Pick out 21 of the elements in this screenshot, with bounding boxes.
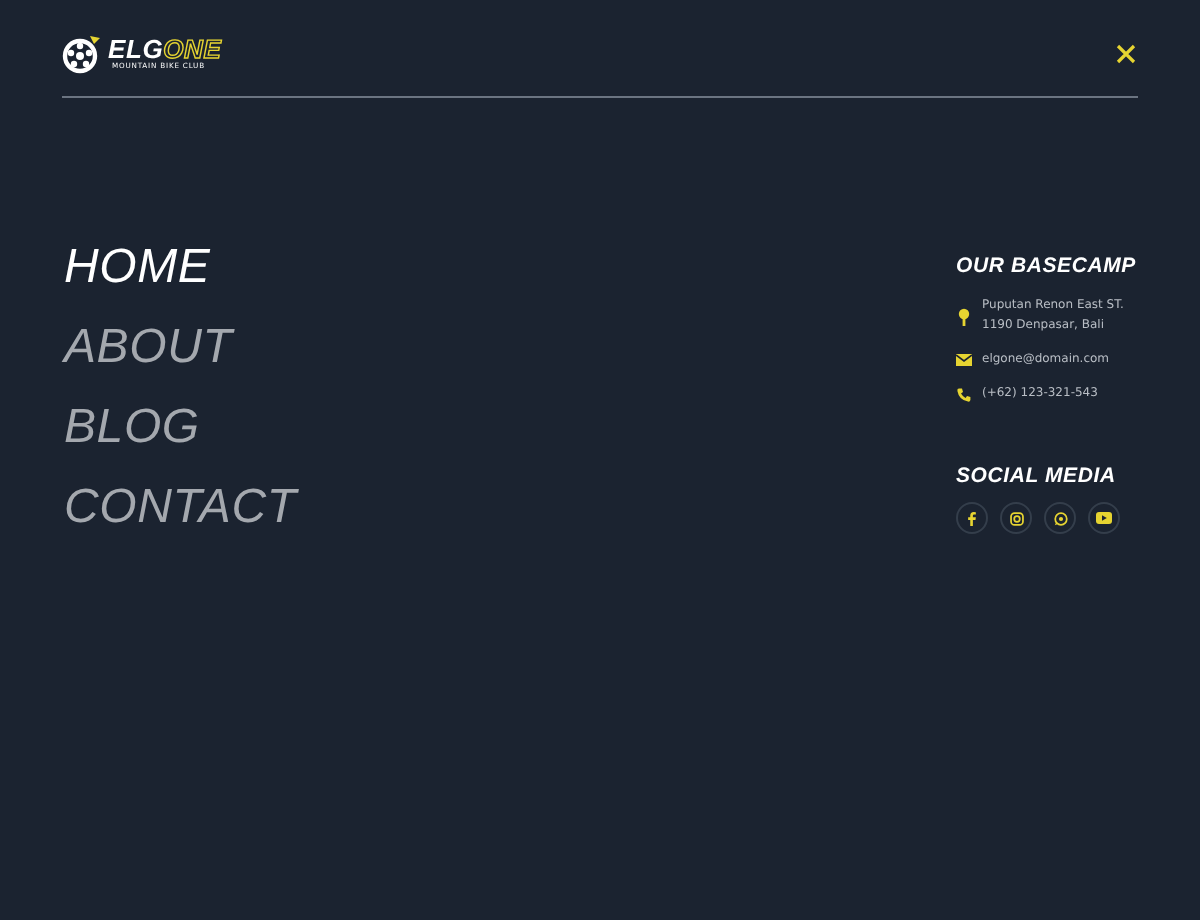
section-heading: OUR BASECAMP	[956, 254, 1138, 278]
phone-icon	[956, 387, 972, 401]
menu-link[interactable]: ABOUT	[64, 318, 297, 378]
youtube-icon	[1096, 512, 1112, 524]
section-heading: SOCIAL MEDIA	[956, 464, 1118, 488]
close-button[interactable]	[1112, 40, 1140, 68]
facebook-icon	[966, 511, 978, 525]
menu-link[interactable]: CONTACT	[64, 478, 297, 538]
whatsapp-icon	[1053, 511, 1067, 525]
logo-wordmark: ELG	[108, 34, 164, 64]
menu-link[interactable]: BLOG	[64, 398, 297, 458]
bike-wheel-icon	[62, 34, 102, 74]
menu-link[interactable]: HOME	[64, 238, 297, 298]
instagram-icon	[1009, 511, 1023, 525]
map-pin-icon	[956, 307, 972, 325]
facebook-link[interactable]	[956, 502, 988, 534]
instagram-link[interactable]	[1000, 502, 1032, 534]
youtube-link[interactable]	[1088, 502, 1120, 534]
logo-wordmark-accent: ONE	[163, 34, 222, 64]
whatsapp-link[interactable]	[1044, 502, 1076, 534]
envelope-icon	[956, 354, 972, 366]
